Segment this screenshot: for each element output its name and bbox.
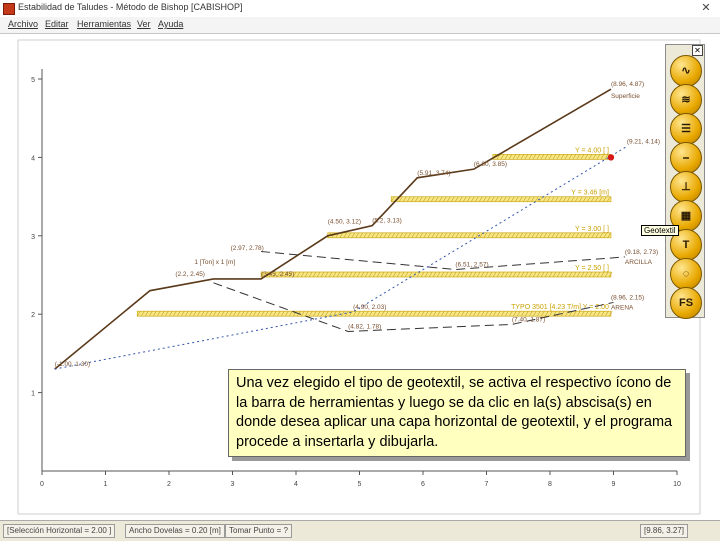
- point-annotation: (4.50, 3.12): [328, 218, 361, 225]
- point-annotation: 1 [Ton] x 1 [m]: [194, 259, 235, 266]
- menu-ver[interactable]: Ver: [137, 19, 151, 29]
- y-tick-label: 1: [31, 391, 35, 398]
- x-tick-label: 10: [673, 481, 681, 488]
- layer-label: Y = 2.50 [ ]: [575, 265, 609, 272]
- layer-label: Y = 3.00 [ ]: [575, 226, 609, 233]
- x-tick-label: 0: [40, 481, 44, 488]
- point-annotation: (5.2, 3.13): [372, 218, 402, 225]
- menu-ayuda[interactable]: Ayuda: [158, 19, 183, 29]
- instruction-callout: Una vez elegido el tipo de geotextil, se…: [228, 369, 686, 457]
- layer-label: Y = 3.46 [m]: [571, 190, 609, 197]
- layer-label: Y = 4.00 [ ]: [575, 147, 609, 154]
- window-title: Estabilidad de Taludes - Método de Bisho…: [18, 2, 243, 12]
- point-annotation: ARCILLA: [625, 259, 653, 266]
- menu-bar: Archivo Editar Herramientas Ver Ayuda: [0, 17, 720, 34]
- menu-archivo[interactable]: Archivo: [8, 19, 38, 29]
- geotextile-tooltip: Geotextil: [641, 225, 679, 236]
- status-bar: [Selección Horizontal = 2.00 ] Ancho Dov…: [0, 520, 720, 541]
- selected-point-marker: [607, 154, 615, 161]
- y-tick-label: 4: [31, 155, 35, 162]
- point-annotation: (8.96, 4.87): [611, 81, 644, 88]
- panel-close-icon[interactable]: ✕: [692, 45, 703, 56]
- surface-line: [54, 88, 612, 370]
- x-tick-label: 7: [485, 481, 489, 488]
- x-tick-label: 8: [548, 481, 552, 488]
- water-tool-button[interactable]: ≋: [670, 84, 702, 116]
- point-annotation: ARENA: [611, 305, 634, 312]
- anchor-tool-button[interactable]: ⊥: [670, 171, 702, 203]
- x-tick-label: 4: [294, 481, 298, 488]
- point-annotation: (2.97, 2.78): [231, 245, 264, 252]
- point-annotation: (9.18, 2.73): [625, 249, 658, 256]
- point-annotation: (2.2, 2.45): [175, 271, 205, 278]
- surface-tool-button[interactable]: ∿: [670, 55, 702, 87]
- point-annotation: (3.45, 2.45): [261, 271, 294, 278]
- x-tick-label: 6: [421, 481, 425, 488]
- y-tick-label: 2: [31, 312, 35, 319]
- fs-tool-button[interactable]: FS: [670, 287, 702, 319]
- x-tick-label: 9: [612, 481, 616, 488]
- point-annotation: (4.90, 2.03): [353, 304, 386, 311]
- point-annotation: (6.80, 3.85): [474, 161, 507, 168]
- point-annotation: (-1.00, 1.30): [55, 361, 90, 368]
- point-annotation: (5.91, 3.74): [417, 170, 450, 177]
- x-tick-label: 2: [167, 481, 171, 488]
- menu-herramientas[interactable]: Herramientas: [77, 19, 131, 29]
- y-tick-label: 5: [31, 77, 35, 84]
- status-slice-width: Ancho Dovelas = 0.20 [m]: [125, 524, 225, 538]
- status-coordinates: [9.86, 3.27]: [640, 524, 689, 538]
- circle-tool-button[interactable]: ◌: [670, 258, 702, 290]
- close-icon[interactable]: ✕: [698, 1, 714, 15]
- layers-tool-button[interactable]: ☰: [670, 113, 702, 145]
- title-bar: Estabilidad de Taludes - Método de Bisho…: [0, 0, 720, 18]
- tool-panel: ✕ ∿ ≋ ☰ ⎯ ⊥ ▦ T ◌ FS: [665, 44, 705, 319]
- x-tick-label: 3: [231, 481, 235, 488]
- y-tick-label: 3: [31, 234, 35, 241]
- point-annotation: (6.51, 2.57): [455, 262, 488, 269]
- layer-label: TYPO 3501 [4.23 T/m] Y = 2.00: [511, 304, 609, 311]
- point-annotation: (8.96, 2.15): [611, 294, 644, 301]
- callout-text: Una vez elegido el tipo de geotextil, se…: [236, 375, 673, 450]
- point-annotation: (9.21, 4.14): [627, 138, 660, 145]
- x-tick-label: 1: [104, 481, 108, 488]
- line-tool-button[interactable]: ⎯: [670, 142, 702, 174]
- status-pick-point: Tomar Punto = ?: [225, 524, 292, 538]
- x-tick-label: 5: [358, 481, 362, 488]
- status-selection: [Selección Horizontal = 2.00 ]: [3, 524, 116, 538]
- phreatic-line: [54, 145, 628, 370]
- menu-editar[interactable]: Editar: [45, 19, 69, 29]
- dashed-curve-line: [261, 250, 625, 271]
- point-annotation: (7.40, 1.87): [512, 316, 545, 323]
- point-annotation: (4.82, 1.78): [348, 323, 381, 330]
- app-icon: [3, 3, 15, 15]
- point-annotation: Superficie: [611, 93, 640, 100]
